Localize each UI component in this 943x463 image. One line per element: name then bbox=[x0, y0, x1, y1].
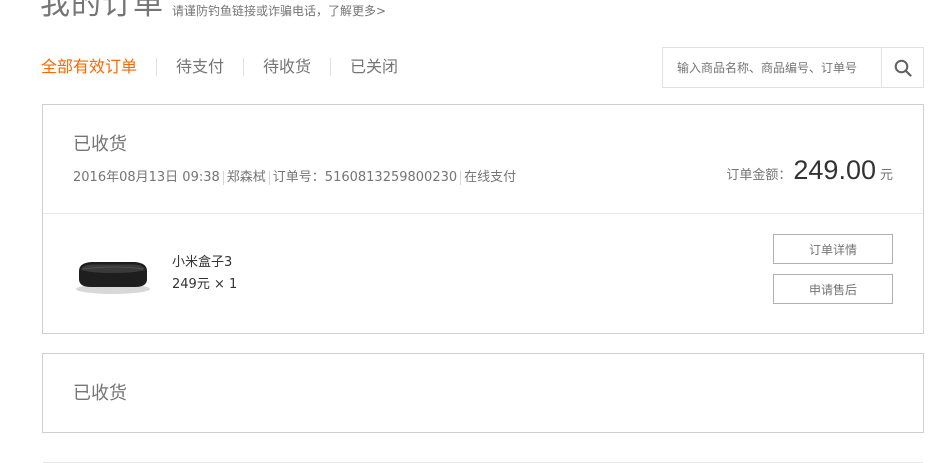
meta-divider bbox=[460, 171, 462, 185]
order-total-unit: 元 bbox=[879, 168, 893, 183]
page-title: 我的订单 bbox=[40, 0, 164, 22]
tab-pending-payment[interactable]: 待支付 bbox=[176, 56, 224, 78]
search-input[interactable] bbox=[663, 48, 882, 87]
order-number: 5160813259800230 bbox=[324, 170, 458, 185]
order-card: 已收货 bbox=[42, 353, 924, 463]
order-number-label: 订单号： bbox=[272, 170, 325, 185]
order-search bbox=[662, 47, 924, 88]
payment-method: 在线支付 bbox=[464, 170, 517, 185]
meta-divider bbox=[222, 171, 224, 185]
order-card: 已收货 2016年08月13日 09:38 郑森栻 订单号： 516081325… bbox=[42, 104, 924, 334]
search-button[interactable] bbox=[882, 48, 923, 87]
tab-closed[interactable]: 已关闭 bbox=[350, 56, 398, 78]
product-price-quantity: 249元 × 1 bbox=[172, 277, 238, 292]
order-header: 已收货 bbox=[43, 354, 923, 463]
tab-pending-receipt[interactable]: 待收货 bbox=[263, 56, 311, 78]
product-name[interactable]: 小米盒子3 bbox=[172, 254, 232, 272]
tab-all-valid-orders[interactable]: 全部有效订单 bbox=[41, 56, 137, 78]
order-meta: 2016年08月13日 09:38 郑森栻 订单号： 5160813259800… bbox=[73, 169, 516, 187]
search-icon bbox=[894, 59, 912, 77]
order-total: 订单金额： 249.00 元 bbox=[726, 155, 893, 186]
tab-divider bbox=[156, 58, 158, 76]
product-image[interactable] bbox=[73, 251, 153, 297]
security-notice-link[interactable]: 请谨防钓鱼链接或诈骗电话，了解更多> bbox=[172, 4, 386, 18]
tab-divider bbox=[243, 58, 245, 76]
order-date: 2016年08月13日 09:38 bbox=[73, 170, 220, 185]
order-filter-tabs: 全部有效订单 待支付 待收货 已关闭 bbox=[41, 56, 398, 78]
order-total-label: 订单金额： bbox=[726, 168, 792, 183]
order-recipient: 郑森栻 bbox=[226, 170, 266, 185]
order-status: 已收货 bbox=[73, 134, 127, 155]
order-status: 已收货 bbox=[73, 383, 127, 404]
order-header: 已收货 2016年08月13日 09:38 郑森栻 订单号： 516081325… bbox=[43, 105, 923, 214]
order-detail-button[interactable]: 订单详情 bbox=[773, 234, 893, 264]
after-sales-button[interactable]: 申请售后 bbox=[773, 274, 893, 304]
order-items: 小米盒子3 249元 × 1 订单详情 申请售后 bbox=[43, 214, 923, 334]
order-total-amount: 249.00 bbox=[793, 155, 876, 185]
tab-divider bbox=[330, 58, 332, 76]
meta-divider bbox=[268, 171, 270, 185]
